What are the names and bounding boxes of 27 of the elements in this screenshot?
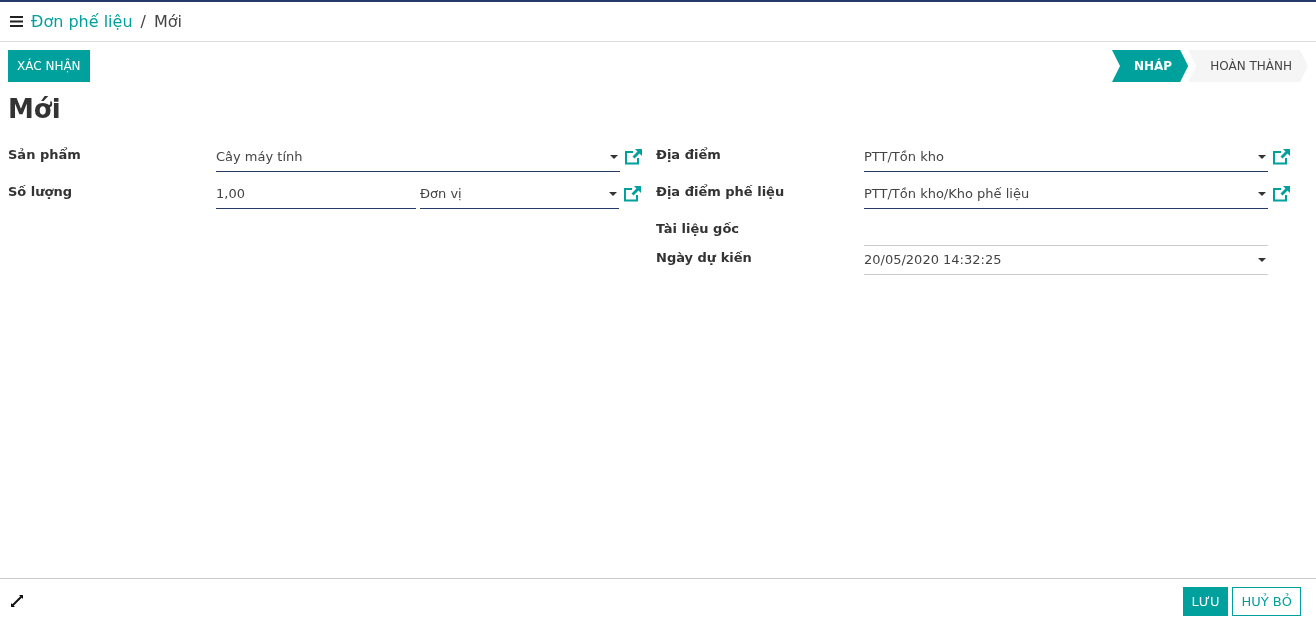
- field-label: Ngày dự kiến: [656, 249, 753, 267]
- external-link-icon[interactable]: [623, 185, 642, 204]
- record-title: Mới: [8, 93, 62, 126]
- breadcrumb-current: Mới: [153, 10, 182, 33]
- caret-icon[interactable]: [610, 155, 618, 159]
- status-stage[interactable]: HOÀN THÀNH: [1188, 50, 1308, 82]
- input-field[interactable]: 20/05/2020 14:32:25: [864, 246, 1268, 275]
- caret-icon[interactable]: [609, 192, 617, 196]
- external-link-icon[interactable]: [624, 148, 643, 167]
- caret-icon[interactable]: [1258, 192, 1266, 196]
- expand-icon[interactable]: [10, 594, 24, 609]
- field-label: Địa điểm: [656, 146, 722, 164]
- field-label: Sản phẩm: [8, 146, 82, 164]
- menu-icon[interactable]: [10, 16, 23, 27]
- input-field[interactable]: PTT/Tồn kho/Kho phế liệu: [864, 180, 1268, 209]
- input-field[interactable]: PTT/Tồn kho: [864, 143, 1268, 172]
- field-label: Địa điểm phế liệu: [656, 183, 786, 201]
- external-link-icon[interactable]: [1272, 185, 1291, 204]
- field-label: Số lượng: [8, 183, 74, 201]
- caret-icon[interactable]: [1258, 258, 1266, 262]
- external-link-icon[interactable]: [1272, 148, 1291, 167]
- breadcrumb-separator: /: [140, 10, 146, 33]
- input-field[interactable]: Đơn vị: [420, 180, 619, 209]
- input-field[interactable]: Cây máy tính: [216, 143, 620, 172]
- field-label: Tài liệu gốc: [656, 220, 741, 238]
- caret-icon[interactable]: [1258, 155, 1266, 159]
- input-field[interactable]: 1,00: [216, 180, 416, 209]
